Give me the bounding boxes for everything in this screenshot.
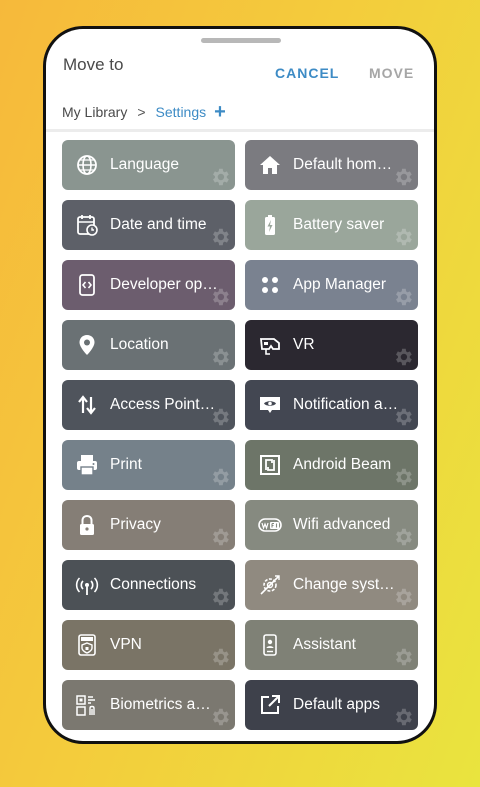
gear-watermark-icon <box>396 588 412 606</box>
move-button[interactable]: MOVE <box>369 65 414 81</box>
antenna-icon <box>74 572 100 598</box>
settings-tile-label: Android Beam <box>293 456 392 473</box>
notification-eye-icon <box>257 392 283 418</box>
settings-tile-label: Change syst… <box>293 576 395 593</box>
vpn-shield-icon <box>74 632 100 658</box>
settings-tile[interactable]: Date and time <box>62 200 235 250</box>
settings-tile-label: Biometrics a… <box>110 696 211 713</box>
lock-icon <box>74 512 100 538</box>
settings-tile-label: Date and time <box>110 216 207 233</box>
gear-watermark-icon <box>396 528 412 546</box>
header-divider <box>46 129 434 132</box>
gear-watermark-icon <box>396 648 412 666</box>
apps-icon <box>257 272 283 298</box>
settings-tile-label: Location <box>110 336 169 353</box>
gear-watermark-icon <box>396 168 412 186</box>
gear-watermark-icon <box>396 408 412 426</box>
gear-watermark-icon <box>396 288 412 306</box>
settings-tile[interactable]: Change syst… <box>245 560 418 610</box>
settings-tile-label: Battery saver <box>293 216 385 233</box>
settings-tile[interactable]: Battery saver <box>245 200 418 250</box>
settings-grid: Language Default hom… Date and time Battery… <box>62 140 418 730</box>
gear-watermark-icon <box>396 708 412 726</box>
settings-tile-label: App Manager <box>293 276 387 293</box>
gear-watermark-icon <box>213 288 229 306</box>
nfc-icon <box>257 452 283 478</box>
developer-icon <box>74 272 100 298</box>
gear-watermark-icon <box>213 648 229 666</box>
settings-tile-label: Print <box>110 456 142 473</box>
settings-tile[interactable]: Wifi advanced <box>245 500 418 550</box>
settings-tile[interactable]: Android Beam <box>245 440 418 490</box>
settings-tile-label: Language <box>110 156 179 173</box>
home-icon <box>257 152 283 178</box>
settings-tile[interactable]: Print <box>62 440 235 490</box>
settings-tile-label: Default hom… <box>293 156 393 173</box>
drag-handle[interactable] <box>201 38 281 43</box>
settings-tile[interactable]: Location <box>62 320 235 370</box>
settings-tile[interactable]: VR <box>245 320 418 370</box>
battery-icon <box>257 212 283 238</box>
gear-watermark-icon <box>213 348 229 366</box>
settings-tile[interactable]: Default apps <box>245 680 418 730</box>
system-gear-icon <box>257 572 283 598</box>
settings-tile[interactable]: Developer op… <box>62 260 235 310</box>
move-to-dialog: Move to CANCEL MOVE My Library > Setting… <box>46 29 434 741</box>
phone-frame: Move to CANCEL MOVE My Library > Setting… <box>43 26 437 744</box>
settings-tile-label: Default apps <box>293 696 381 713</box>
biometrics-icon <box>74 692 100 718</box>
settings-tile[interactable]: App Manager <box>245 260 418 310</box>
settings-tile-label: VR <box>293 336 315 353</box>
breadcrumb: My Library > Settings + <box>62 102 226 122</box>
gear-watermark-icon <box>213 408 229 426</box>
settings-tile-label: Wifi advanced <box>293 516 391 533</box>
open-external-icon <box>257 692 283 718</box>
gear-watermark-icon <box>396 228 412 246</box>
breadcrumb-separator: > <box>137 104 146 120</box>
gear-watermark-icon <box>213 588 229 606</box>
globe-icon <box>74 152 100 178</box>
settings-tile[interactable]: Access Point… <box>62 380 235 430</box>
assistant-phone-icon <box>257 632 283 658</box>
calendar-clock-icon <box>74 212 100 238</box>
breadcrumb-settings[interactable]: Settings <box>156 104 207 120</box>
gear-watermark-icon <box>213 228 229 246</box>
settings-tile[interactable]: Language <box>62 140 235 190</box>
settings-tile[interactable]: Biometrics a… <box>62 680 235 730</box>
printer-icon <box>74 452 100 478</box>
settings-tile[interactable]: Assistant <box>245 620 418 670</box>
vr-headset-icon <box>257 332 283 358</box>
gear-watermark-icon <box>213 528 229 546</box>
wifi-badge-icon <box>257 512 283 538</box>
gear-watermark-icon <box>396 348 412 366</box>
gear-watermark-icon <box>213 708 229 726</box>
settings-tile-label: Developer op… <box>110 276 218 293</box>
transfer-arrows-icon <box>74 392 100 418</box>
settings-tile-label: Notification a… <box>293 396 399 413</box>
breadcrumb-my-library[interactable]: My Library <box>62 104 127 120</box>
add-folder-button[interactable]: + <box>214 102 226 122</box>
settings-tile-label: Access Point… <box>110 396 216 413</box>
settings-tile-label: Connections <box>110 576 197 593</box>
dialog-title: Move to <box>63 55 124 74</box>
settings-tile-label: Privacy <box>110 516 161 533</box>
settings-tile[interactable]: Privacy <box>62 500 235 550</box>
settings-tile[interactable]: Default hom… <box>245 140 418 190</box>
settings-tile[interactable]: Connections <box>62 560 235 610</box>
cancel-button[interactable]: CANCEL <box>275 65 339 81</box>
gear-watermark-icon <box>396 468 412 486</box>
location-pin-icon <box>74 332 100 358</box>
settings-tile[interactable]: Notification a… <box>245 380 418 430</box>
gear-watermark-icon <box>213 168 229 186</box>
settings-tile-label: VPN <box>110 636 142 653</box>
settings-tile[interactable]: VPN <box>62 620 235 670</box>
settings-tile-label: Assistant <box>293 636 356 653</box>
gear-watermark-icon <box>213 468 229 486</box>
